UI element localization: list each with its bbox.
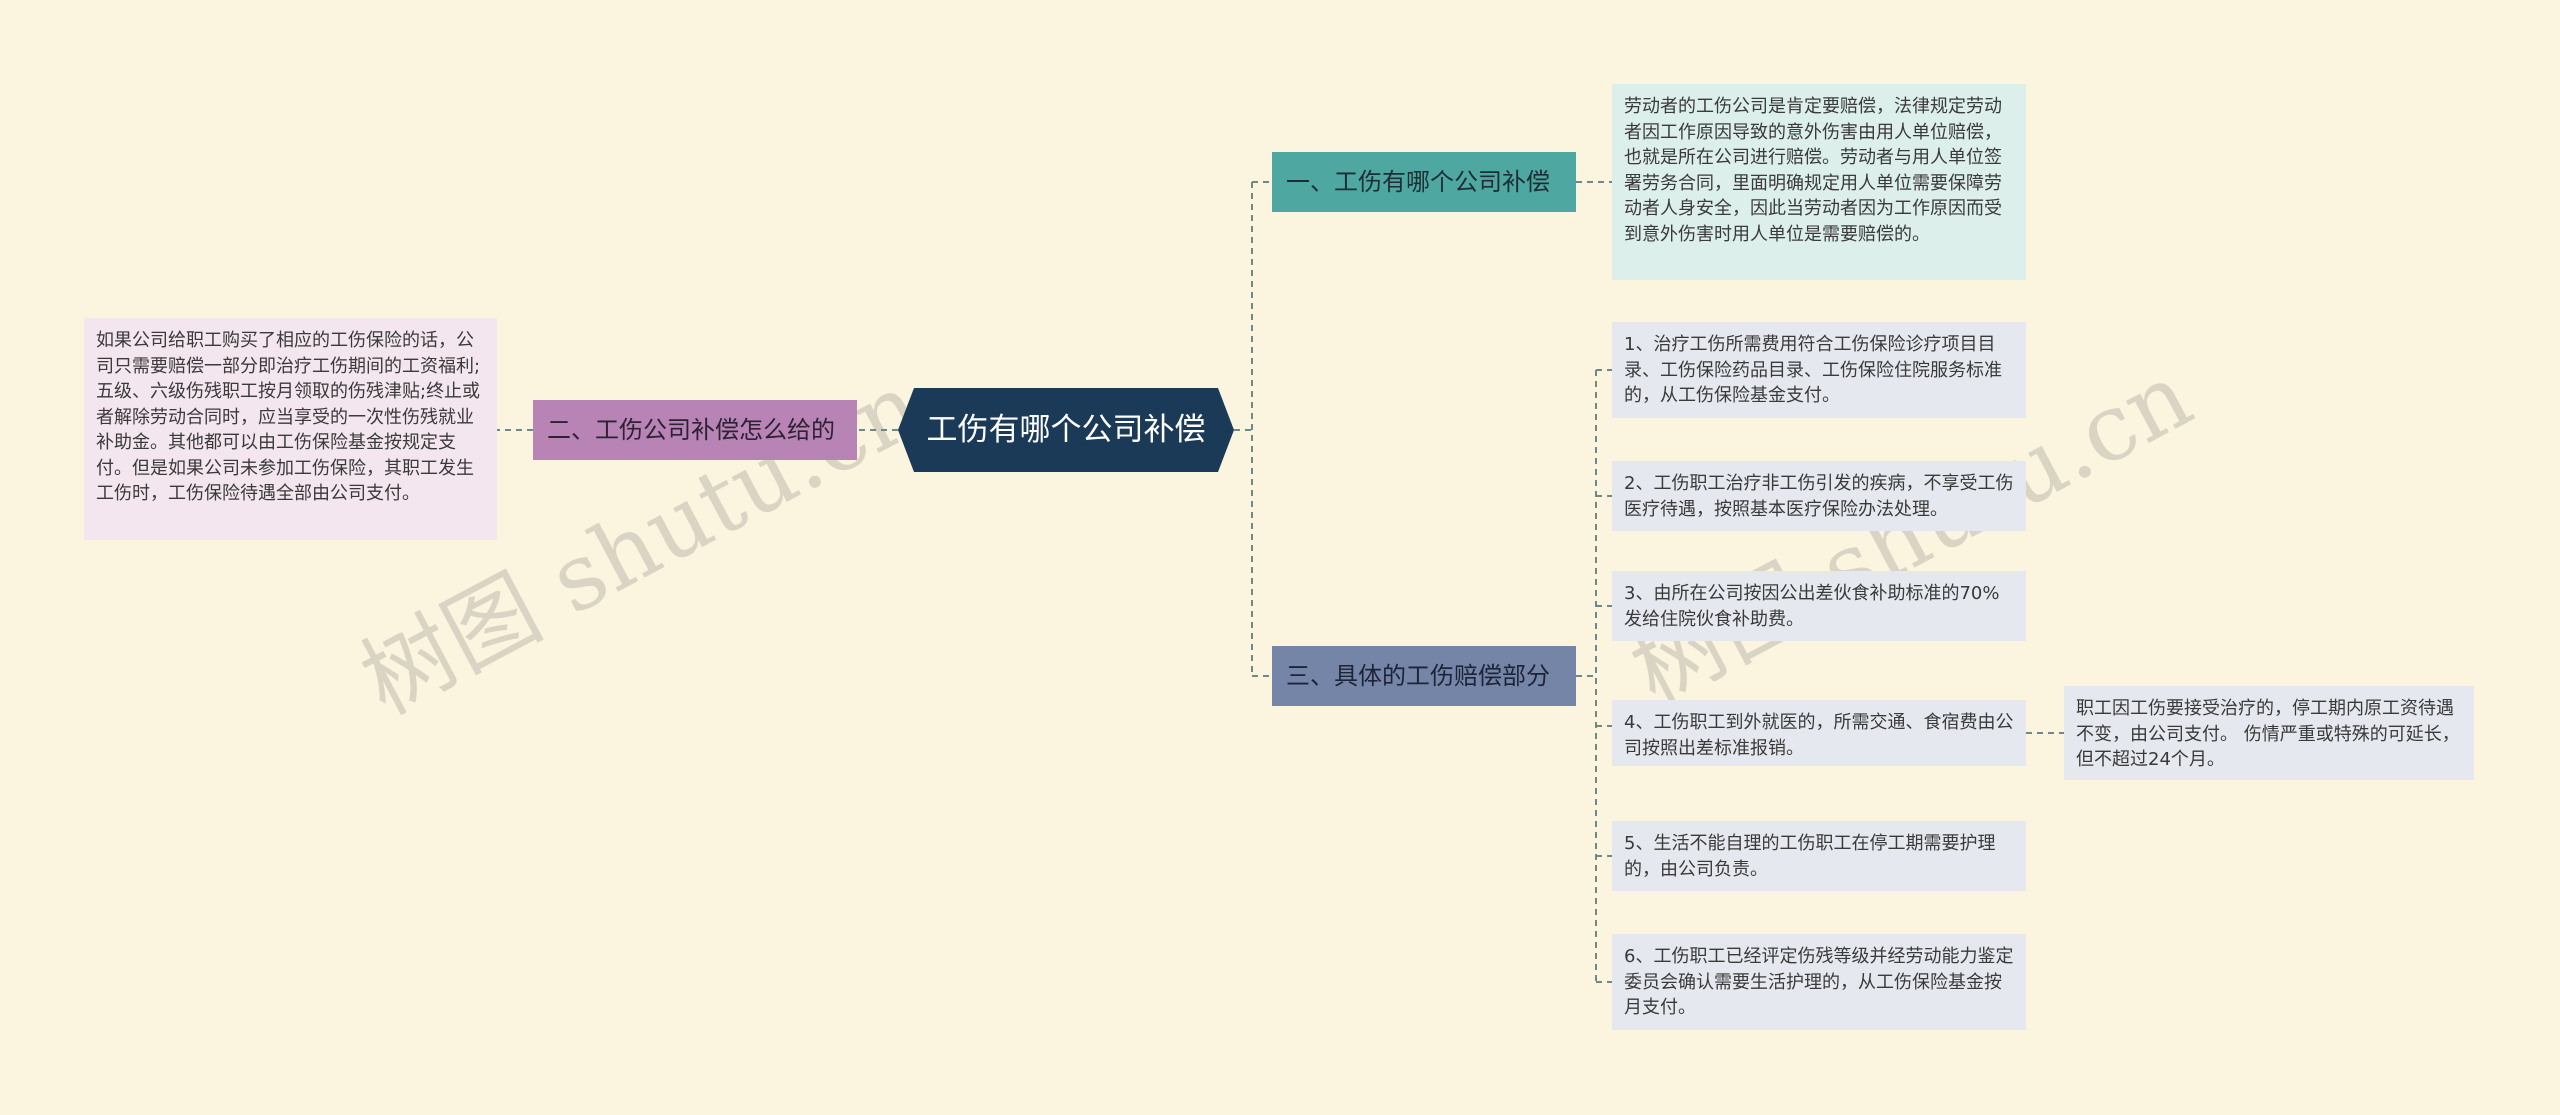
branch-node-1[interactable]: 一、工伤有哪个公司补偿 — [1272, 152, 1576, 212]
mind-map-canvas: 树图 shutu.cn 树图 shutu.cn 工伤有哪个公司补偿 一、工伤有哪… — [0, 0, 2560, 1115]
leaf-node[interactable]: 6、工伤职工已经评定伤残等级并经劳动能力鉴定委员会确认需要生活护理的，从工伤保险… — [1612, 934, 2026, 1030]
leaf-node[interactable]: 2、工伤职工治疗非工伤引发的疾病，不享受工伤医疗待遇，按照基本医疗保险办法处理。 — [1612, 461, 2026, 531]
leaf-node[interactable]: 1、治疗工伤所需费用符合工伤保险诊疗项目目录、工伤保险药品目录、工伤保险住院服务… — [1612, 322, 2026, 418]
leaf-node[interactable]: 劳动者的工伤公司是肯定要赔偿，法律规定劳动者因工作原因导致的意外伤害由用人单位赔… — [1612, 84, 2026, 280]
branch-node-3[interactable]: 三、具体的工伤赔偿部分 — [1272, 646, 1576, 706]
root-node[interactable]: 工伤有哪个公司补偿 — [898, 388, 1234, 472]
leaf-node[interactable]: 3、由所在公司按因公出差伙食补助标准的70%发给住院伙食补助费。 — [1612, 571, 2026, 641]
branch-node-2[interactable]: 二、工伤公司补偿怎么给的 — [533, 400, 857, 460]
leaf-node[interactable]: 如果公司给职工购买了相应的工伤保险的话，公司只需要赔偿一部分即治疗工伤期间的工资… — [84, 318, 497, 540]
leaf-node[interactable]: 4、工伤职工到外就医的，所需交通、食宿费由公司按照出差标准报销。 — [1612, 700, 2026, 766]
connector-b3-leaves — [1576, 369, 1612, 983]
leaf-node[interactable]: 5、生活不能自理的工伤职工在停工期需要护理的，由公司负责。 — [1612, 821, 2026, 891]
connector-root-right — [1234, 181, 1272, 677]
sub-leaf-node[interactable]: 职工因工伤要接受治疗的，停工期内原工资待遇不变，由公司支付。 伤情严重或特殊的可… — [2064, 686, 2474, 780]
